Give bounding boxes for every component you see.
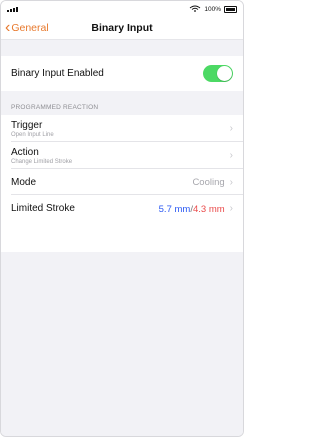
limited-stroke-value-b: 4.3 mm [192,204,225,215]
limited-stroke-values: 5.7 mm/4.3 mm [159,199,225,217]
chevron-right-icon: › [229,176,233,188]
action-row[interactable]: Action Change Limited Stroke › [1,142,243,169]
trigger-row[interactable]: Trigger Open Input Line › [1,115,243,142]
mode-label: Mode [11,176,37,188]
battery-icon [224,5,237,13]
binary-input-enabled-label: Binary Input Enabled [11,68,104,79]
binary-input-enabled-row: Binary Input Enabled [1,56,243,91]
action-sub: Change Limited Stroke [11,158,73,165]
back-button[interactable]: ‹ General [1,19,49,36]
wifi-icon [189,5,201,14]
background-area [1,252,243,436]
back-label: General [11,22,49,34]
trigger-text: Trigger Open Input Line [11,120,54,138]
limited-stroke-row[interactable]: Limited Stroke 5.7 mm/4.3 mm › [1,195,243,221]
limited-stroke-value-a: 5.7 mm [158,204,191,215]
section-header: PROGRAMMED REACTION [1,91,243,115]
mode-row[interactable]: Mode Cooling › [1,169,243,195]
nav-bar: ‹ General Binary Input [1,17,243,40]
chevron-left-icon: ‹ [5,19,11,36]
toggle-knob [217,66,232,81]
binary-input-toggle[interactable] [203,65,233,82]
action-label: Action [11,146,39,158]
action-text: Action Change Limited Stroke [11,147,72,165]
status-bar: 100% [1,1,243,17]
trigger-sub: Open Input Line [11,131,54,138]
limited-stroke-label: Limited Stroke [11,202,75,214]
trigger-label: Trigger [11,119,43,131]
battery-text: 100% [204,5,221,13]
screen: 100% ‹ General Binary Input Binary Input… [0,0,244,437]
status-right: 100% [189,5,237,14]
chevron-right-icon: › [229,202,233,214]
mode-value: Cooling [192,176,225,188]
chevron-right-icon: › [229,150,233,161]
signal-icon [7,6,18,12]
spacer [1,40,243,56]
chevron-right-icon: › [229,123,233,134]
